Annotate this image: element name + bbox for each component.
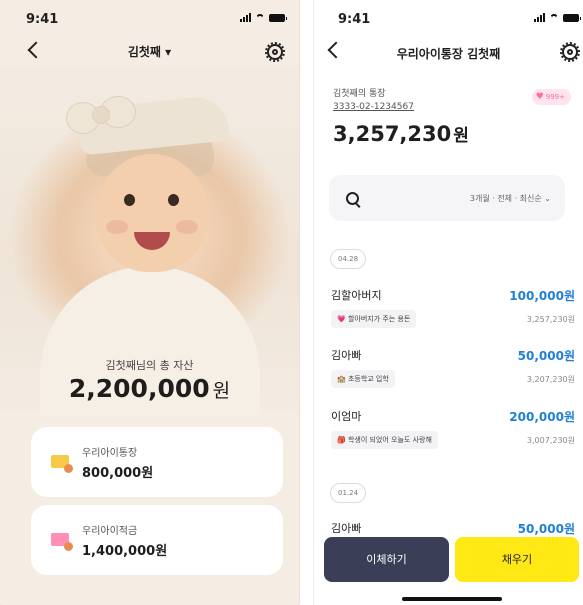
- transaction-sender: 김아빠: [331, 349, 362, 362]
- history-search-bar[interactable]: 3개월 · 전체 · 최신순 ⌄: [329, 175, 565, 221]
- child-selector[interactable]: 김첫째 ▾: [0, 43, 299, 60]
- transaction-memo: 🏫 초등학교 입학: [331, 370, 395, 388]
- fill-button[interactable]: 채우기: [455, 537, 579, 582]
- status-bar: 9:41: [314, 0, 583, 34]
- status-icons: [534, 13, 581, 22]
- transaction-amount: 200,000원: [509, 410, 575, 424]
- transaction-amount: 100,000원: [509, 289, 575, 303]
- battery-icon: [269, 13, 287, 22]
- transaction-sender: 이엄마: [331, 410, 362, 423]
- transaction-sender: 김할아버지: [331, 289, 382, 302]
- account-detail-screen: 9:41 우리아이통장 김첫째 김첫째의 통장 3333-02-1234567 …: [314, 0, 583, 605]
- likes-badge[interactable]: ♥ 999+: [531, 89, 571, 105]
- date-chip: 04.28: [330, 249, 367, 269]
- transaction-amount: 50,000원: [517, 349, 575, 363]
- home-indicator: [402, 597, 502, 601]
- filter-selector[interactable]: 3개월 · 전체 · 최신순 ⌄: [470, 193, 551, 204]
- passbook-icon: [51, 533, 73, 551]
- date-chip: 01.24: [330, 483, 367, 503]
- bow-decoration: [66, 92, 138, 148]
- transaction-memo: 🎒 학생이 되었어 오늘도 사랑해: [331, 431, 438, 449]
- transaction-balance: 3,257,230원: [526, 315, 575, 324]
- status-time: 9:41: [26, 12, 59, 27]
- heart-icon: ♥: [535, 91, 544, 102]
- battery-icon: [563, 13, 581, 22]
- transaction-balance: 3,007,230원: [526, 436, 575, 445]
- top-bar: 우리아이통장 김첫째: [314, 38, 583, 68]
- status-icons: [240, 13, 287, 22]
- search-icon[interactable]: [346, 192, 359, 205]
- account-card-installment[interactable]: 우리아이적금 1,400,000원: [31, 505, 283, 575]
- signal-icon: [534, 13, 545, 22]
- page-title: 우리아이통장 김첫째: [396, 47, 501, 61]
- account-balance: 3,257,230 원: [333, 122, 469, 146]
- status-time: 9:41: [338, 12, 371, 27]
- total-assets-amount: 2,200,000 원: [68, 374, 231, 403]
- wifi-icon: [255, 14, 265, 22]
- signal-icon: [240, 13, 251, 22]
- child-assets-screen: 9:41 김첫째 ▾ 김첫째님의 총 자산 2,200,000 원 우리아이통장…: [0, 0, 299, 605]
- settings-gear-icon[interactable]: [265, 42, 285, 62]
- transaction-balance: 3,207,230원: [526, 375, 575, 384]
- account-owner-label: 김첫째의 통장: [333, 89, 386, 99]
- account-card-savings[interactable]: 우리아이통장 800,000원: [31, 427, 283, 497]
- wifi-icon: [549, 14, 559, 22]
- transaction-memo: 💗 할아버지가 주는 용돈: [331, 310, 417, 328]
- account-number-link[interactable]: 3333-02-1234567: [333, 102, 414, 112]
- passbook-icon: [51, 455, 73, 473]
- total-assets-label: 김첫째님의 총 자산: [105, 359, 194, 372]
- transaction-amount: 50,000원: [517, 522, 575, 536]
- transfer-button[interactable]: 이체하기: [324, 537, 449, 582]
- top-bar: 김첫째 ▾: [0, 38, 299, 68]
- settings-gear-icon[interactable]: [560, 42, 580, 62]
- transaction-sender: 김아빠: [331, 522, 362, 535]
- status-bar: 9:41: [0, 0, 299, 34]
